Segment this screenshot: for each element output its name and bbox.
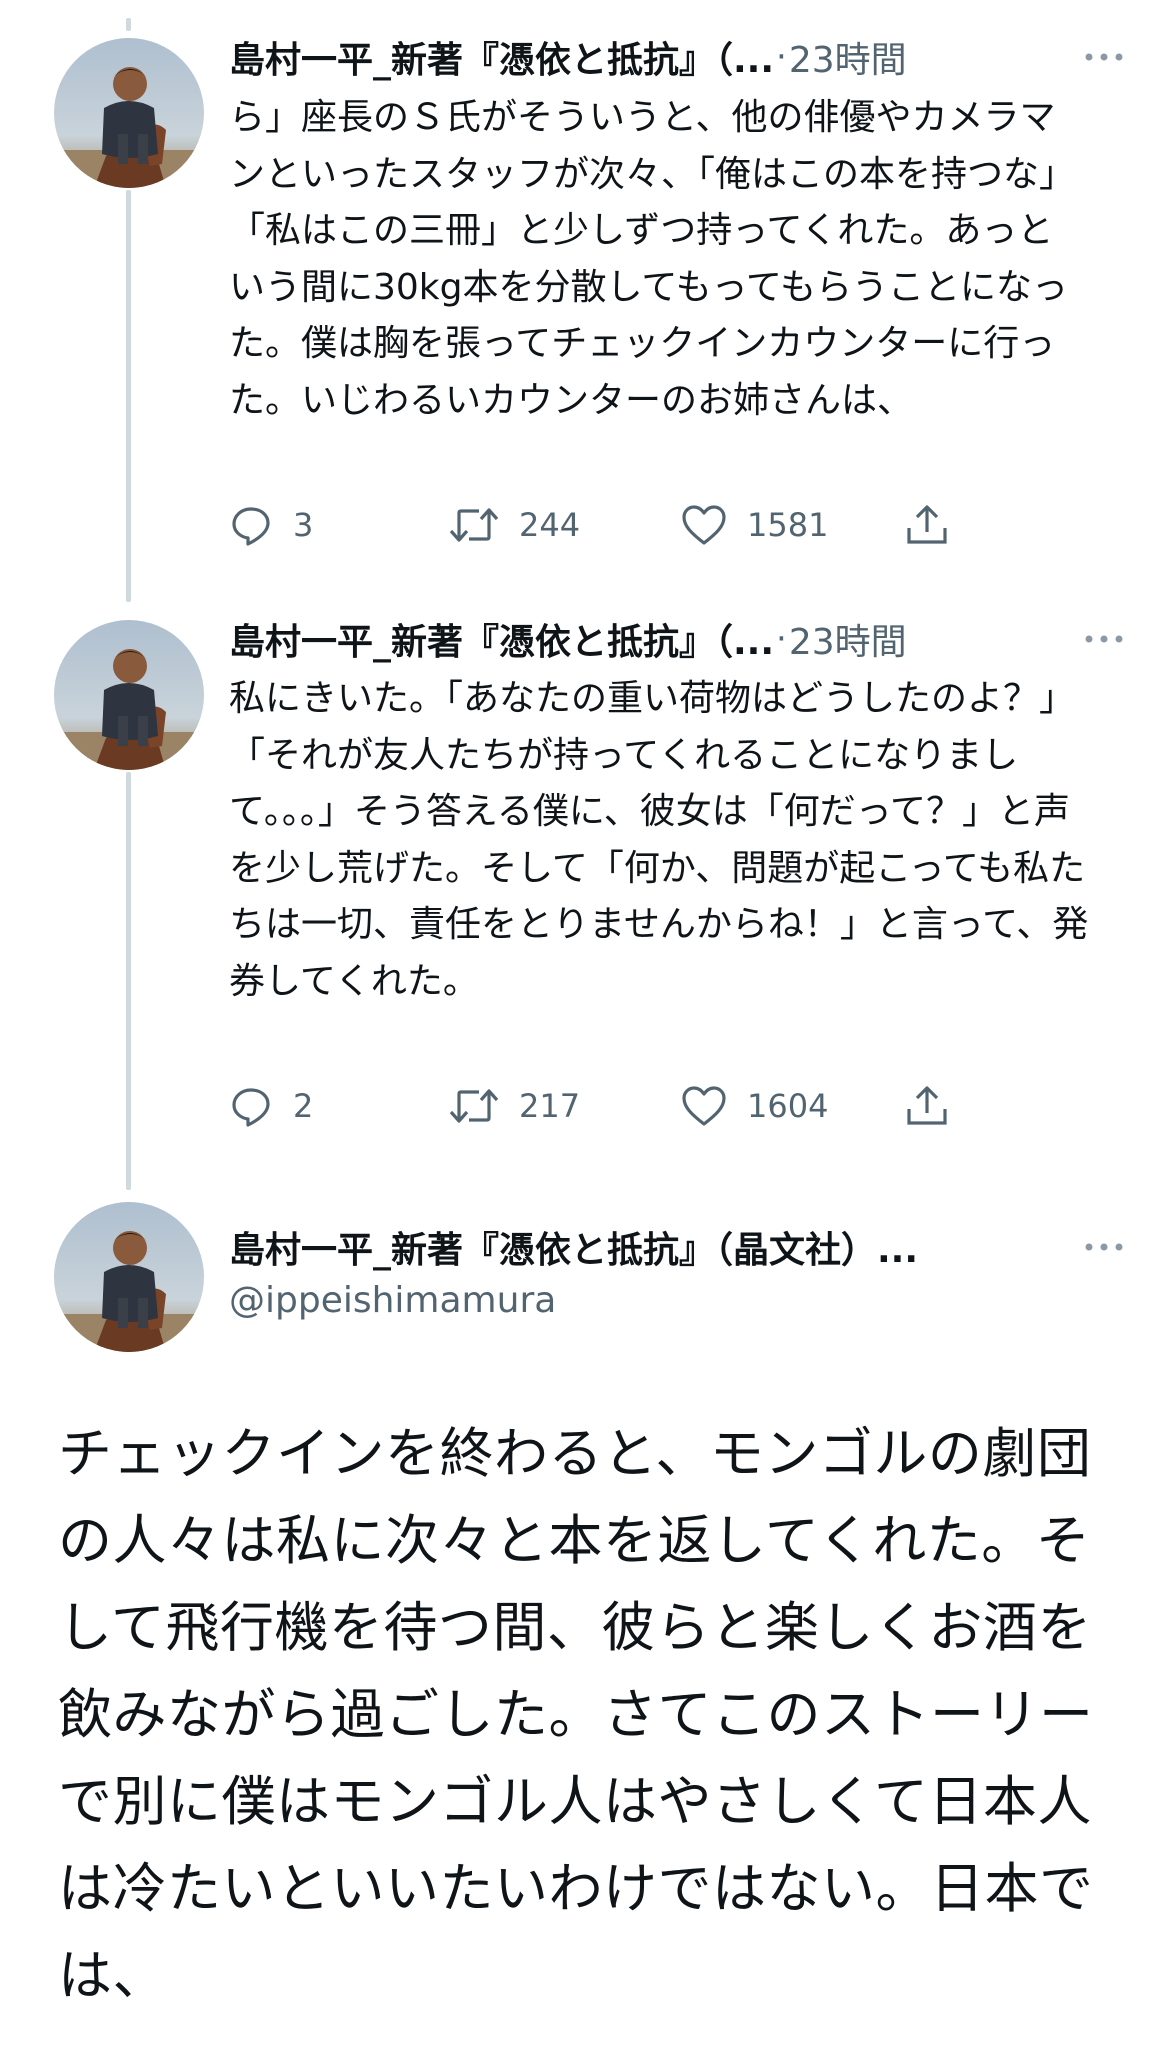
like-button[interactable]: 1604 bbox=[681, 1081, 828, 1131]
share-button[interactable] bbox=[905, 500, 949, 550]
heart-icon bbox=[681, 1084, 727, 1128]
like-count: 1604 bbox=[747, 1087, 829, 1125]
timestamp[interactable]: 23時間 bbox=[789, 31, 907, 83]
retweet-count: 217 bbox=[519, 1087, 581, 1125]
tweet-actions: 3 244 1581 bbox=[229, 500, 989, 550]
author-name[interactable]: 島村一平_新著『憑依と抵抗』（... bbox=[229, 31, 774, 83]
reply-count: 3 bbox=[293, 506, 314, 544]
tweet-text: 私にきいた。「あなたの重い荷物はどうしたのよ？」「それが友人たちが持ってくれるこ… bbox=[229, 678, 1089, 1002]
reply-button[interactable]: 2 bbox=[229, 1081, 313, 1131]
more-horizontal-icon[interactable] bbox=[1082, 32, 1126, 82]
reply-icon bbox=[229, 503, 273, 547]
share-button[interactable] bbox=[905, 1081, 949, 1131]
tweet-header: 島村一平_新著『憑依と抵抗』（晶文社）... @ippeishimamura bbox=[229, 1222, 1126, 1321]
tweet-header: 島村一平_新著『憑依と抵抗』（... · 23時間 bbox=[229, 32, 1126, 82]
avatar[interactable] bbox=[54, 1202, 204, 1352]
tweet-actions: 2 217 1604 bbox=[229, 1081, 989, 1131]
retweet-button[interactable]: 244 bbox=[449, 500, 580, 550]
reply-icon bbox=[229, 1084, 273, 1128]
retweet-icon bbox=[449, 503, 499, 547]
like-count: 1581 bbox=[747, 506, 829, 544]
tweet-header: 島村一平_新著『憑依と抵抗』（... · 23時間 bbox=[229, 614, 1126, 664]
reply-count: 2 bbox=[293, 1087, 314, 1125]
retweet-count: 244 bbox=[519, 506, 581, 544]
like-button[interactable]: 1581 bbox=[681, 500, 828, 550]
more-horizontal-icon[interactable] bbox=[1082, 1222, 1126, 1272]
author-handle[interactable]: @ippeishimamura bbox=[229, 1280, 1126, 1321]
share-icon bbox=[905, 502, 949, 548]
author-name[interactable]: 島村一平_新著『憑依と抵抗』（晶文社）... bbox=[229, 1221, 918, 1273]
thread-line bbox=[126, 18, 131, 31]
separator-dot: · bbox=[776, 37, 787, 77]
tweet-text: チェックインを終わると、モンゴルの劇団の人々は私に次々と本を返してくれた。そして… bbox=[58, 1422, 1094, 2007]
separator-dot: · bbox=[776, 619, 787, 659]
tweet-text: ら」座長のＳ氏がそういうと、他の俳優やカメラマンといったスタッフが次々、「俺はこ… bbox=[229, 97, 1076, 421]
share-icon bbox=[905, 1083, 949, 1129]
more-horizontal-icon[interactable] bbox=[1082, 614, 1126, 664]
timestamp[interactable]: 23時間 bbox=[789, 613, 907, 665]
thread-line bbox=[126, 190, 131, 602]
retweet-icon bbox=[449, 1084, 499, 1128]
retweet-button[interactable]: 217 bbox=[449, 1081, 580, 1131]
heart-icon bbox=[681, 503, 727, 547]
avatar[interactable] bbox=[54, 620, 204, 770]
avatar[interactable] bbox=[54, 38, 204, 188]
thread-line bbox=[126, 772, 131, 1190]
reply-button[interactable]: 3 bbox=[229, 500, 313, 550]
author-name[interactable]: 島村一平_新著『憑依と抵抗』（... bbox=[229, 613, 774, 665]
